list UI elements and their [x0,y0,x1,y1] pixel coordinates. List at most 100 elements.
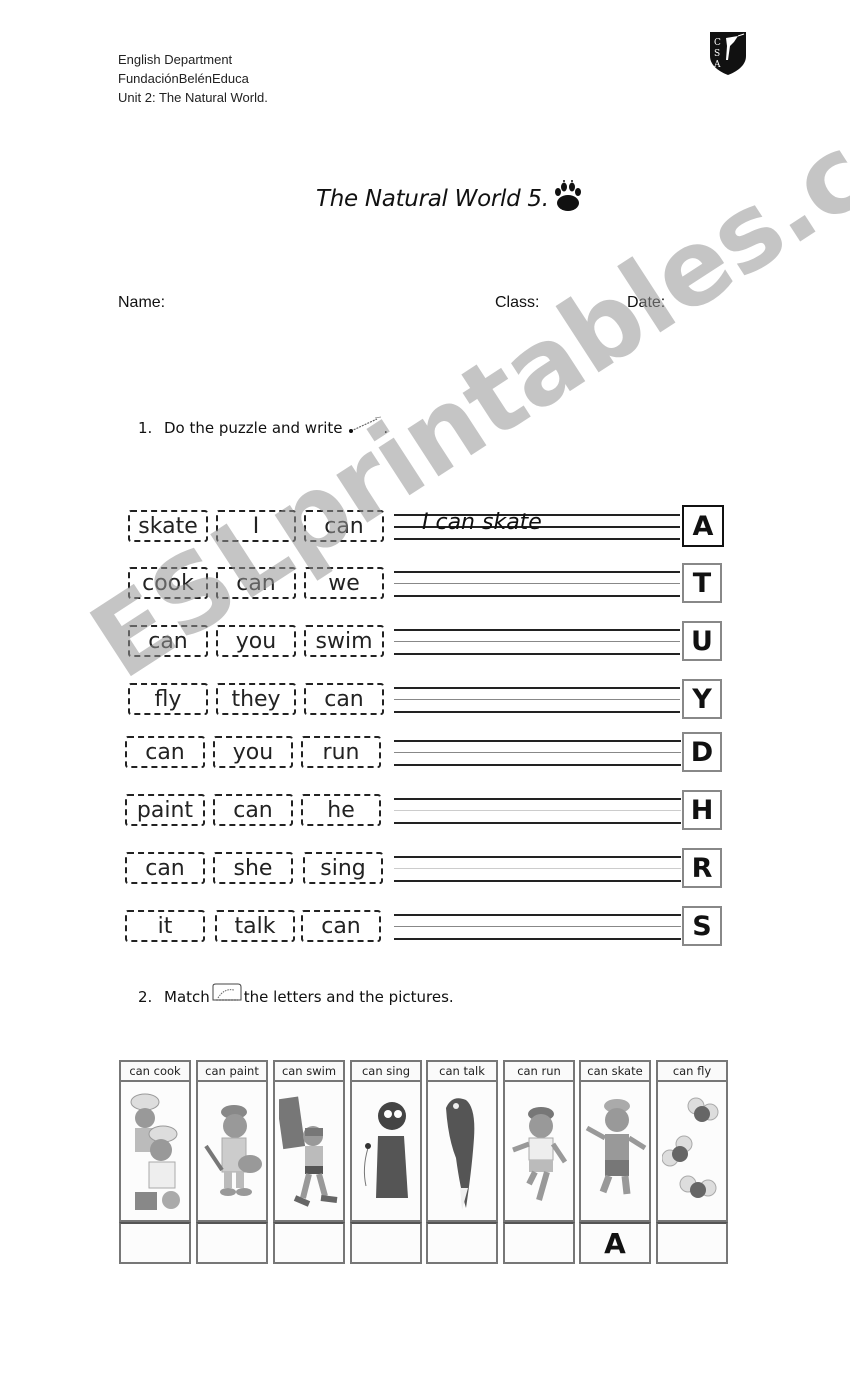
match-answer-box[interactable] [503,1222,575,1264]
match-column-label: can cook [119,1060,191,1082]
word-tile[interactable]: can [128,625,208,657]
skater-boy-picture [579,1082,651,1222]
word-tile[interactable]: talk [215,910,295,942]
match-answer-box[interactable]: A [579,1222,651,1264]
match-column-label: can swim [273,1060,345,1082]
match-column-label: can sing [350,1060,422,1082]
department-text: English Department [118,52,233,67]
letter-box: R [682,848,722,888]
name-field-label: Name: [118,294,166,311]
word-tile[interactable]: paint [125,794,205,826]
runner-boy-picture [503,1082,575,1222]
writing-lines[interactable] [394,571,680,597]
match-column: can fly [656,1060,728,1264]
match-column: can run [503,1060,575,1264]
letter-box: H [682,790,722,830]
pencil-icon [347,415,383,435]
match-answer-box[interactable] [119,1222,191,1264]
exercise1-text: Do the puzzle and write [164,419,343,437]
word-tile[interactable]: can [125,736,205,768]
letter-box: T [682,563,722,603]
svg-text:C: C [714,38,721,48]
match-grid: can cook can paint can swim can sing can… [119,1060,729,1264]
match-answer-box[interactable] [426,1222,498,1264]
puzzle-row: cook can we T [126,563,726,603]
match-column-label: can fly [656,1060,728,1082]
writing-lines[interactable] [394,740,681,766]
word-tile[interactable]: can [125,852,205,884]
puzzle-row: can you swim U [126,621,726,661]
unit-text: Unit 2: The Natural World. [118,90,268,105]
writing-lines[interactable] [394,687,680,713]
writing-lines[interactable] [394,629,680,655]
word-tile[interactable]: cook [128,567,208,599]
word-tile[interactable]: he [301,794,381,826]
word-tile[interactable]: we [304,567,384,599]
match-column-label: can talk [426,1060,498,1082]
match-answer-box[interactable] [656,1222,728,1264]
word-tile[interactable]: you [213,736,293,768]
word-tile[interactable]: skate [128,510,208,542]
match-column: can talk [426,1060,498,1264]
word-tile[interactable]: fly [128,683,208,715]
page-title: The Natural World 5. [316,186,549,212]
class-field-label: Class: [495,294,540,311]
puzzle-row: fly they can Y [126,679,726,719]
word-tile[interactable]: they [216,683,296,715]
word-tile[interactable]: can [301,910,381,942]
writing-lines[interactable] [394,856,681,882]
painter-boy-picture [196,1082,268,1222]
word-tile[interactable]: I [216,510,296,542]
school-crest-icon: C S A [708,30,748,76]
word-tile[interactable]: can [216,567,296,599]
exercise1-period: . [383,419,389,437]
puzzle-row: paint can he H [123,790,723,830]
letter-box: S [682,906,722,946]
exercise2-number: 2. [138,988,153,1006]
parrot-picture [426,1082,498,1222]
match-column: can sing [350,1060,422,1264]
word-tile[interactable]: run [301,736,381,768]
date-field-label: Date: [627,294,666,311]
letter-box: U [682,621,722,661]
svg-text:A: A [713,60,721,70]
puzzle-row: it talk can S [123,906,723,946]
word-tile[interactable]: swim [304,625,384,657]
word-tile[interactable]: it [125,910,205,942]
chefs-cooking-picture [119,1082,191,1222]
answer-text: I can skate [422,510,542,535]
match-column: can cook [119,1060,191,1264]
match-column-label: can skate [579,1060,651,1082]
match-column: can swim [273,1060,345,1264]
svg-text:S: S [714,49,720,59]
drawing-icon [210,982,244,1002]
match-column: can paint [196,1060,268,1264]
writing-lines[interactable] [394,914,681,940]
exercise1-instruction: 1. Do the puzzle and write . [138,415,388,437]
match-answer-box[interactable] [196,1222,268,1264]
match-answer-box[interactable] [273,1222,345,1264]
word-tile[interactable]: you [216,625,296,657]
letter-box: D [682,732,722,772]
match-column: can skate A [579,1060,651,1264]
exercise1-number: 1. [138,419,153,437]
word-tile[interactable]: sing [303,852,383,884]
match-answer-box[interactable] [350,1222,422,1264]
exercise2-text-end: the letters and the pictures. [243,988,454,1006]
writing-lines[interactable] [394,798,681,824]
match-column-label: can paint [196,1060,268,1082]
letter-box: Y [682,679,722,719]
match-column-label: can run [503,1060,575,1082]
exercise2-text-start: Match [164,988,210,1006]
word-tile[interactable]: can [213,794,293,826]
singer-picture [350,1082,422,1222]
puzzle-row: can you run D [123,732,723,772]
swimmer-picture [273,1082,345,1222]
word-tile[interactable]: she [213,852,293,884]
puzzle-row: can she sing R [123,848,723,888]
paw-print-icon [553,178,583,214]
word-tile[interactable]: can [304,510,384,542]
word-tile[interactable]: can [304,683,384,715]
letter-box: A [682,505,724,547]
document-header: English Department FundaciónBelénEduca U… [118,50,268,107]
